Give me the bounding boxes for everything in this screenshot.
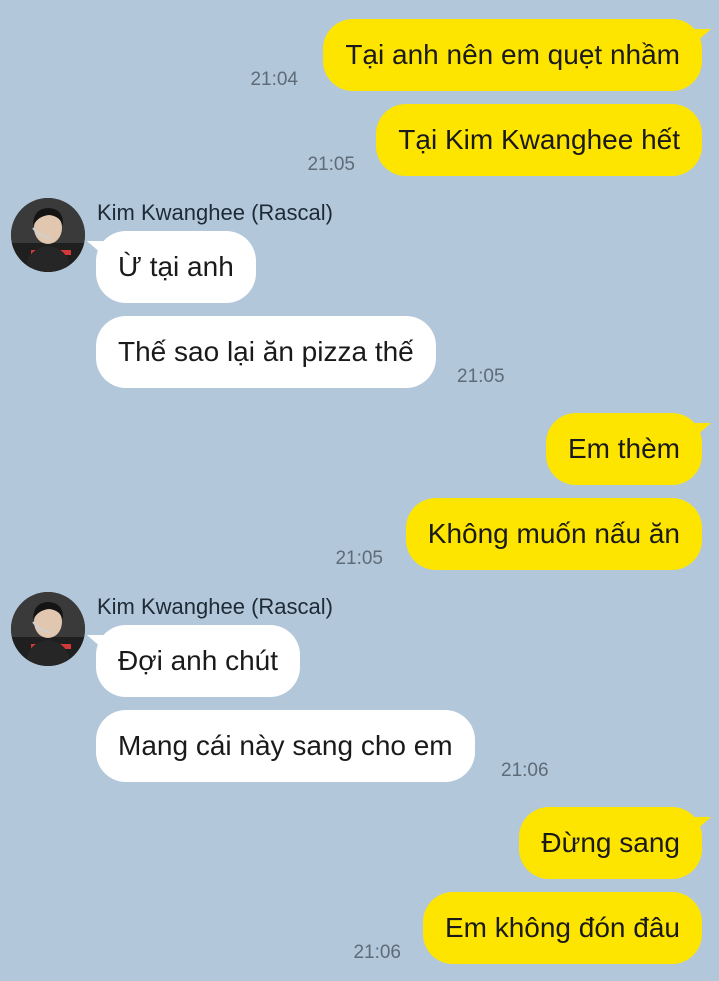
message-timestamp: 21:05 [335,548,383,569]
message-bubble-sent[interactable]: Không muốn nấu ăn [405,498,702,570]
message-bubble-sent[interactable]: Đừng sang [519,807,711,879]
message-text: Em thèm [567,433,680,464]
message-bubble-sent[interactable]: Em thèm [545,413,712,485]
message-text: Thế sao lại ăn pizza thế [118,336,414,367]
contact-name[interactable]: Kim Kwanghee (Rascal) [97,200,333,226]
message-text: Tại anh nên em quẹt nhầm [345,39,680,70]
message-text: Đừng sang [541,827,680,858]
contact-avatar[interactable] [11,592,85,666]
contact-avatar[interactable] [11,198,85,272]
message-text: Ừ tại anh [118,251,234,282]
message-bubble-received[interactable]: Ừ tại anh [87,231,256,303]
person-avatar-icon [11,198,85,272]
message-timestamp: 21:06 [501,760,549,781]
message-text: Đợi anh chút [118,645,279,676]
message-timestamp: 21:04 [250,69,298,90]
message-bubble-sent[interactable]: Em không đón đâu [422,892,702,964]
person-avatar-icon [11,592,85,666]
message-text: Mang cái này sang cho em [118,730,453,761]
message-timestamp: 21:05 [307,154,355,175]
message-bubble-received[interactable]: Mang cái này sang cho em [96,710,475,782]
contact-name[interactable]: Kim Kwanghee (Rascal) [97,594,333,620]
message-bubble-sent[interactable]: Tại Kim Kwanghee hết [376,104,702,176]
message-timestamp: 21:06 [353,942,401,963]
message-text: Em không đón đâu [444,912,680,943]
message-bubble-received[interactable]: Thế sao lại ăn pizza thế [96,316,436,388]
message-text: Không muốn nấu ăn [427,518,680,549]
message-timestamp: 21:05 [457,366,505,387]
message-text: Tại Kim Kwanghee hết [398,124,680,155]
message-bubble-received[interactable]: Đợi anh chút [86,625,301,697]
message-bubble-sent[interactable]: Tại anh nên em quẹt nhầm [323,19,711,91]
